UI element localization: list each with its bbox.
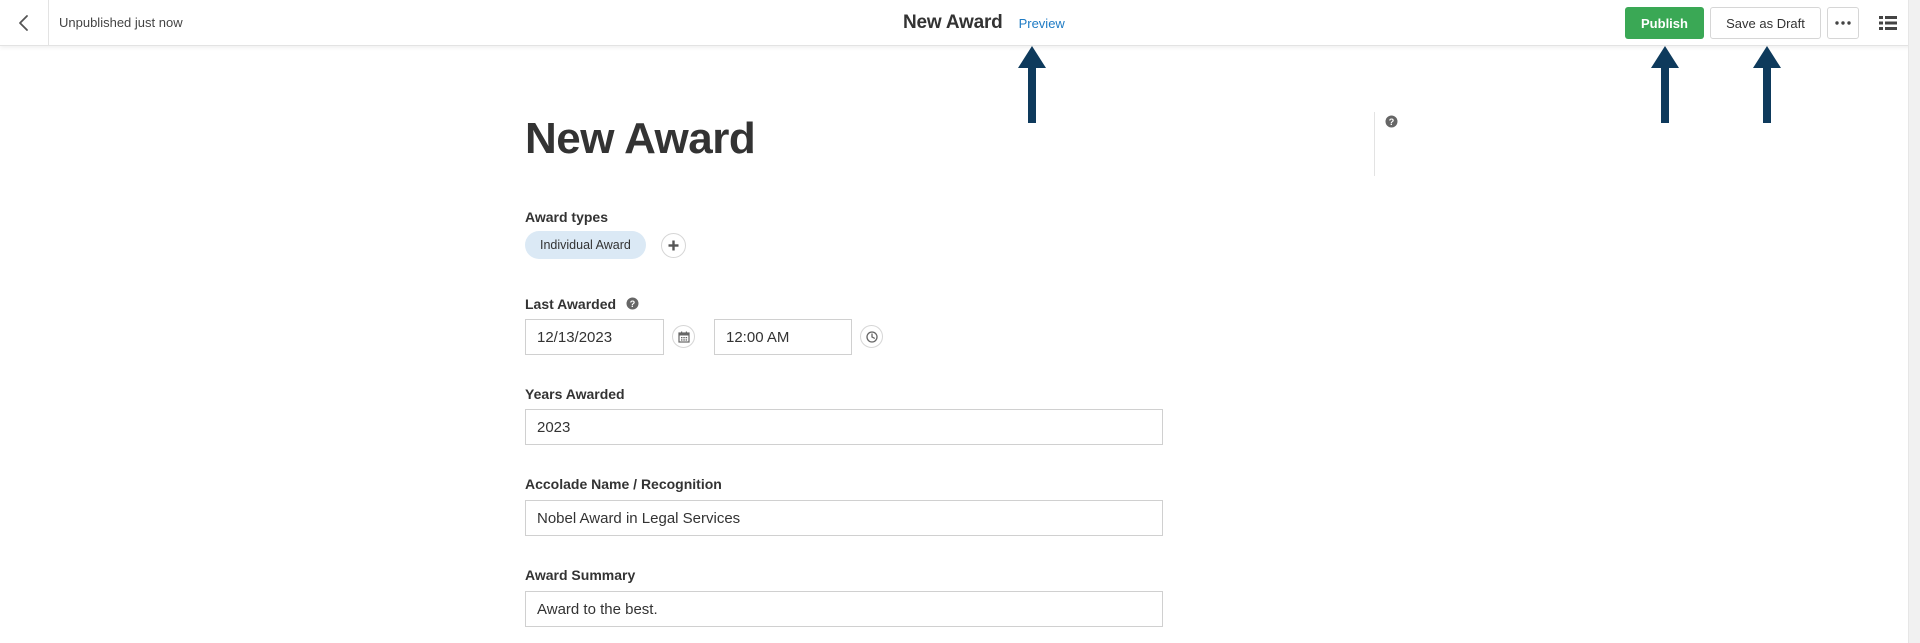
question-circle-icon[interactable]: ? — [626, 297, 639, 310]
add-award-type-button[interactable] — [661, 233, 686, 258]
save-as-draft-button[interactable]: Save as Draft — [1710, 7, 1821, 39]
header-title: New Award — [903, 12, 1003, 33]
time-picker-button[interactable] — [860, 325, 883, 348]
sidebar-divider — [1374, 112, 1375, 176]
svg-text:?: ? — [1389, 117, 1395, 127]
last-awarded-label: Last Awarded — [525, 296, 617, 312]
publish-status: Unpublished just now — [59, 15, 183, 30]
page-title: New Award — [525, 114, 756, 163]
list-view-icon[interactable] — [1878, 13, 1898, 33]
ellipsis-icon — [1835, 21, 1851, 25]
up-arrow-icon — [1753, 46, 1781, 123]
calendar-icon — [677, 331, 690, 343]
back-button[interactable] — [0, 0, 49, 46]
preview-link[interactable]: Preview — [1019, 16, 1065, 31]
question-circle-icon[interactable]: ? — [1385, 115, 1398, 128]
svg-text:?: ? — [630, 299, 636, 309]
accolade-name-input[interactable] — [525, 500, 1163, 536]
award-summary-input[interactable] — [525, 591, 1163, 627]
last-awarded-time-input[interactable] — [714, 319, 852, 355]
clock-icon — [865, 330, 878, 343]
date-picker-button[interactable] — [672, 325, 695, 348]
publish-button[interactable]: Publish — [1625, 7, 1704, 39]
award-types-label: Award types — [525, 209, 608, 225]
award-summary-label: Award Summary — [525, 567, 636, 583]
years-awarded-input[interactable] — [525, 409, 1163, 445]
chevron-left-icon — [19, 15, 28, 31]
top-bar: Unpublished just now New Award Preview P… — [0, 0, 1920, 46]
more-options-button[interactable] — [1827, 7, 1859, 39]
award-type-chip-label: Individual Award — [540, 238, 631, 252]
accolade-name-label: Accolade Name / Recognition — [525, 476, 722, 492]
plus-icon — [668, 240, 679, 251]
last-awarded-date-input[interactable] — [525, 319, 664, 355]
page-scrollbar[interactable] — [1908, 0, 1920, 643]
up-arrow-icon — [1018, 46, 1046, 123]
up-arrow-icon — [1651, 46, 1679, 123]
award-type-chip[interactable]: Individual Award — [525, 231, 646, 259]
years-awarded-label: Years Awarded — [525, 386, 625, 402]
header-title-group: New Award Preview — [903, 12, 1065, 34]
